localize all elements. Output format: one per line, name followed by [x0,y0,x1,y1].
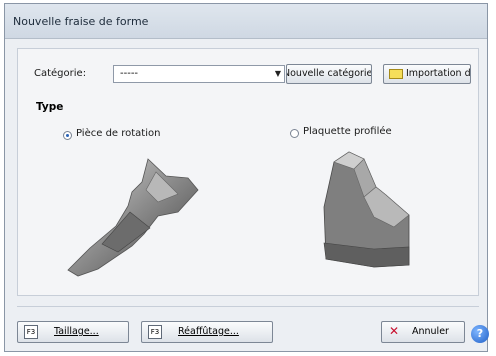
profiled-insert-image[interactable] [314,147,424,272]
type-section-title: Type [36,101,64,113]
folder-icon [389,69,403,79]
rotation-part-label: Pièce de rotation [76,128,161,139]
f3-key-icon: F3 [24,325,38,339]
profiled-insert-label: Plaquette profilée [303,126,392,137]
dialog-window: Nouvelle fraise de forme Catégorie: ----… [4,3,489,352]
new-category-button[interactable]: Nouvelle catégorie... [286,64,372,84]
close-icon: ✕ [389,324,400,338]
cutting-button-label: Taillage... [54,326,99,337]
footer-divider [17,306,479,307]
help-icon[interactable]: ? [471,325,489,343]
rotation-part-radio[interactable] [63,131,72,140]
title-bar: Nouvelle fraise de forme [5,4,487,39]
category-label: Catégorie: [34,68,87,79]
new-category-button-label: Nouvelle catégorie... [286,68,372,79]
f3-key-icon: F3 [148,325,162,339]
cancel-button[interactable]: ✕ Annuler [381,321,465,343]
regrinding-button-label: Réaffûtage... [178,326,239,337]
category-select[interactable]: ----- ▼ [113,65,285,83]
cutting-button[interactable]: F3 Taillage... [17,321,129,343]
chevron-down-icon: ▼ [274,69,281,78]
content-panel: Catégorie: ----- ▼ Nouvelle catégorie...… [17,48,479,296]
window-title: Nouvelle fraise de forme [13,15,149,28]
profiled-insert-radio[interactable] [290,129,299,138]
import-button[interactable]: Importation des... [383,64,471,84]
import-button-text: Importation des... [406,68,471,79]
cancel-button-label: Annuler [412,326,449,337]
regrinding-button[interactable]: F3 Réaffûtage... [141,321,273,343]
category-select-value: ----- [120,68,139,79]
rotation-cutter-image[interactable] [58,154,208,279]
